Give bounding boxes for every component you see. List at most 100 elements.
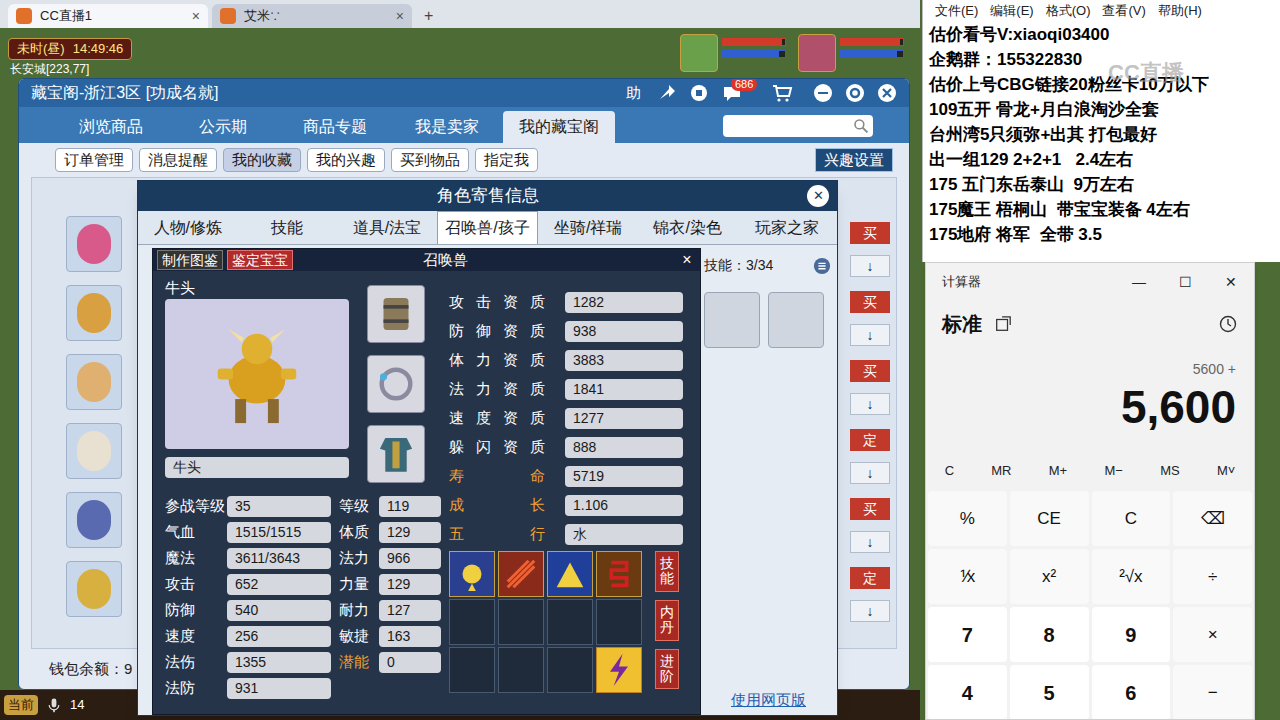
search-icon[interactable] — [853, 118, 869, 134]
dialog-close-button[interactable]: ✕ — [807, 185, 829, 207]
buy-button[interactable]: 定 — [850, 567, 890, 589]
sort-button[interactable]: ↓ — [850, 600, 890, 622]
skill-slot[interactable] — [449, 551, 495, 597]
avatar-icon[interactable] — [66, 216, 122, 272]
memory-button[interactable]: MS — [1156, 461, 1184, 481]
buy-button[interactable]: 定 — [850, 429, 890, 451]
avatar-icon[interactable] — [66, 492, 122, 548]
calculator-key[interactable]: 7 — [928, 607, 1007, 662]
cart-icon[interactable] — [771, 83, 793, 103]
cbg-subtab[interactable]: 我的收藏 — [223, 148, 301, 172]
tab-close-button[interactable]: × — [192, 6, 200, 27]
buy-button[interactable]: 买 — [850, 222, 890, 244]
avatar-icon[interactable] — [66, 561, 122, 617]
side-button[interactable]: 内丹 — [655, 600, 679, 641]
keep-on-top-icon[interactable] — [994, 315, 1012, 333]
dialog-tab[interactable]: 坐骑/祥瑞 — [538, 211, 638, 244]
settings-icon[interactable] — [845, 83, 865, 103]
equipment-slot[interactable] — [367, 425, 425, 483]
skill-slot[interactable] — [498, 599, 544, 645]
cbg-subtab[interactable]: 指定我 — [475, 148, 538, 172]
interest-settings-button[interactable]: 兴趣设置 — [815, 148, 893, 172]
calculator-key[interactable]: CE — [1010, 491, 1089, 546]
browser-tab[interactable]: 艾米∵× — [212, 4, 412, 28]
calculator-key[interactable]: 4 — [928, 665, 1007, 720]
skill-slot[interactable] — [498, 647, 544, 693]
web-version-link[interactable]: 使用网页版 — [731, 689, 806, 712]
memory-button[interactable]: M− — [1100, 461, 1126, 481]
window-control-button[interactable]: ✕ — [1208, 263, 1254, 301]
memory-button[interactable]: C — [941, 461, 958, 481]
menu-item[interactable]: 文件(E) — [935, 1, 978, 21]
calculator-key[interactable]: 6 — [1092, 665, 1171, 720]
browser-tab[interactable]: CC直播1× — [8, 4, 208, 28]
channel-button[interactable]: 当前 — [4, 695, 38, 715]
side-button[interactable]: 技能 — [655, 551, 679, 592]
cbg-subtab[interactable]: 订单管理 — [55, 148, 133, 172]
calculator-key[interactable]: 8 — [1010, 607, 1089, 662]
cbg-subtab[interactable]: 买到物品 — [391, 148, 469, 172]
calculator-mode[interactable]: 标准 — [942, 309, 982, 339]
equipment-slot[interactable] — [367, 285, 425, 343]
dialog-tab[interactable]: 锦衣/染色 — [638, 211, 738, 244]
cbg-tab[interactable]: 我是卖家 — [391, 111, 503, 143]
close-icon[interactable] — [877, 83, 897, 103]
skill-slot[interactable] — [596, 551, 642, 597]
share-icon[interactable] — [657, 83, 677, 103]
skill-slot[interactable] — [596, 599, 642, 645]
pet-close-button[interactable]: × — [678, 248, 696, 272]
skill-slot[interactable] — [449, 647, 495, 693]
skill-slot[interactable] — [498, 551, 544, 597]
buy-button[interactable]: 买 — [850, 291, 890, 313]
skill-slot[interactable] — [547, 599, 593, 645]
menu-item[interactable]: 帮助(H) — [1158, 1, 1202, 21]
calculator-key[interactable]: ⅟x — [928, 549, 1007, 604]
window-control-button[interactable]: — — [1116, 263, 1162, 301]
dialog-tab[interactable]: 人物/修炼 — [138, 211, 238, 244]
pet-name-field[interactable]: 牛头 — [165, 457, 349, 478]
avatar-icon[interactable] — [66, 285, 122, 341]
calculator-key[interactable]: 9 — [1092, 607, 1171, 662]
avatar-icon[interactable] — [66, 354, 122, 410]
tab-close-button[interactable]: × — [396, 6, 404, 27]
cbg-subtab[interactable]: 消息提醒 — [139, 148, 217, 172]
calculator-key[interactable]: x² — [1010, 549, 1089, 604]
portrait-icon[interactable] — [798, 34, 836, 72]
skill-slot[interactable] — [547, 551, 593, 597]
notepad-text[interactable]: 估价看号V:xiaoqi03400企鹅群：155322830估价上号CBG链接2… — [923, 22, 1280, 247]
memory-button[interactable]: M+ — [1045, 461, 1071, 481]
calculator-key[interactable]: ÷ — [1173, 549, 1252, 604]
calculator-key[interactable]: C — [1092, 491, 1171, 546]
dialog-tab[interactable]: 道具/法宝 — [337, 211, 437, 244]
stop-icon[interactable] — [689, 83, 709, 103]
memory-button[interactable]: M˅ — [1213, 461, 1239, 481]
identify-button[interactable]: 鉴定宝宝 — [227, 250, 293, 270]
cbg-tab[interactable]: 商品专题 — [279, 111, 391, 143]
cbg-subtab[interactable]: 我的兴趣 — [307, 148, 385, 172]
sort-button[interactable]: ↓ — [850, 531, 890, 553]
calculator-key[interactable]: − — [1173, 665, 1252, 720]
history-icon[interactable] — [1218, 314, 1238, 334]
portrait-icon[interactable] — [680, 34, 718, 72]
search-field[interactable] — [723, 115, 873, 137]
dialog-tab[interactable]: 技能 — [238, 211, 338, 244]
help-button[interactable]: 助 — [621, 82, 645, 104]
list-icon[interactable] — [813, 257, 831, 275]
calculator-key[interactable]: % — [928, 491, 1007, 546]
equipment-slot[interactable] — [367, 355, 425, 413]
calculator-key[interactable]: 5 — [1010, 665, 1089, 720]
dialog-tab[interactable]: 召唤兽/孩子 — [437, 211, 539, 244]
minimize-icon[interactable] — [813, 83, 833, 103]
sort-button[interactable]: ↓ — [850, 324, 890, 346]
cbg-tab[interactable]: 我的藏宝阁 — [503, 111, 615, 143]
side-button[interactable]: 进阶 — [655, 649, 679, 690]
dialog-tab[interactable]: 玩家之家 — [737, 211, 837, 244]
new-tab-button[interactable]: + — [416, 4, 441, 28]
calculator-key[interactable]: ²√x — [1092, 549, 1171, 604]
buy-button[interactable]: 买 — [850, 360, 890, 382]
sort-button[interactable]: ↓ — [850, 255, 890, 277]
chat-button[interactable]: 686 — [721, 83, 747, 103]
sort-button[interactable]: ↓ — [850, 393, 890, 415]
skill-slot[interactable] — [596, 647, 642, 693]
avatar-icon[interactable] — [66, 423, 122, 479]
